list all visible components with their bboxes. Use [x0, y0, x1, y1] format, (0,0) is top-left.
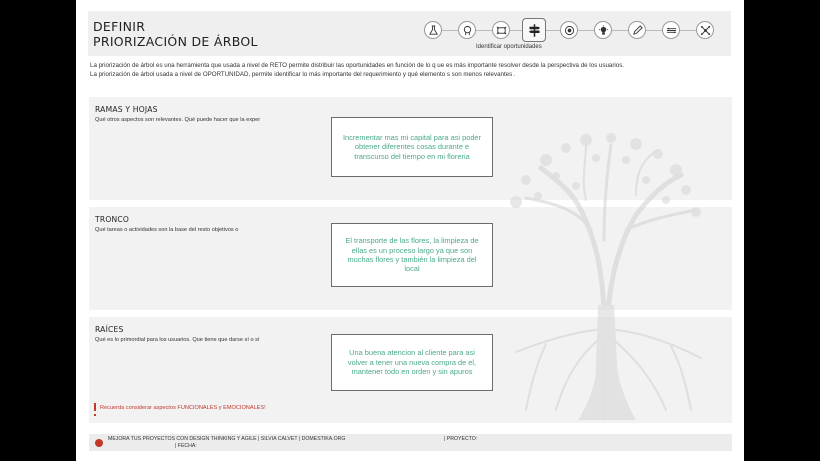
- step-frame[interactable]: [492, 21, 510, 39]
- section-title: RAÍCES: [95, 325, 124, 334]
- step-grid[interactable]: [662, 21, 680, 39]
- section-title: TRONCO: [95, 215, 130, 224]
- tree-illustration: [510, 133, 702, 420]
- step-target[interactable]: [560, 21, 578, 39]
- frame-icon: [496, 26, 506, 34]
- footer-project: | PROYECTO:: [444, 436, 478, 442]
- grid-icon: [666, 27, 676, 33]
- note-text: Incrementar mas mi capital para asi pode…: [342, 132, 482, 161]
- step-pencil[interactable]: [628, 21, 646, 39]
- section-question: Qué otros aspectos son relevantes. Qué p…: [95, 117, 261, 123]
- note-text: El transporte de las flores, la limpieza…: [345, 236, 479, 274]
- sticky-note[interactable]: Una buena atencion al cliente para asi v…: [331, 334, 493, 391]
- reminder-marker: [94, 403, 96, 411]
- footer-date: | FECHA:: [175, 443, 197, 449]
- section-title: RAMAS Y HOJAS: [95, 105, 158, 114]
- pencil-icon: [632, 24, 643, 35]
- active-step-label: Identificar oportunidades: [476, 44, 542, 50]
- step-flask[interactable]: [424, 21, 442, 39]
- footer-bar: MEJORA TUS PROYECTOS CON DESIGN THINKING…: [89, 434, 732, 451]
- footer-credits: MEJORA TUS PROYECTOS CON DESIGN THINKING…: [108, 436, 346, 442]
- section-question: Qué es lo primordial para los usuarios. …: [95, 337, 260, 343]
- reminder-dot: [94, 414, 96, 416]
- step-signpost[interactable]: [522, 18, 546, 42]
- section-question: Qué tareas o actividades son la base del…: [95, 227, 239, 233]
- head-icon: [463, 25, 471, 35]
- network-icon: [700, 25, 710, 35]
- domestika-logo-icon: [95, 439, 103, 447]
- page-title-line2: PRIORIZACIÓN DE ÁRBOL: [93, 34, 258, 49]
- note-text: Una buena atencion al cliente para asi v…: [347, 348, 477, 377]
- step-network[interactable]: [696, 21, 714, 39]
- intro-line-2: La priorización de árbol usada a nivel d…: [90, 70, 516, 78]
- step-head[interactable]: [458, 21, 476, 39]
- signpost-icon: [528, 23, 540, 37]
- canvas-sheet: DEFINIR PRIORIZACIÓN DE ÁRBOL Identifica…: [76, 0, 744, 461]
- intro-text: La priorización de árbol es una herramie…: [90, 62, 730, 79]
- process-steps: [424, 18, 724, 42]
- flask-icon: [428, 24, 438, 35]
- reminder-text: Recuerda considerar aspectos FUNCIONALES…: [100, 405, 266, 411]
- target-icon: [564, 25, 574, 35]
- step-lightbulb[interactable]: [594, 21, 612, 39]
- sticky-note[interactable]: Incrementar mas mi capital para asi pode…: [331, 117, 493, 177]
- header-bar: DEFINIR PRIORIZACIÓN DE ÁRBOL: [88, 11, 731, 56]
- page-title-line1: DEFINIR: [93, 19, 146, 34]
- lightbulb-icon: [598, 24, 608, 35]
- intro-line-1: La priorización de árbol es una herramie…: [90, 62, 625, 69]
- sticky-note[interactable]: El transporte de las flores, la limpieza…: [331, 223, 493, 287]
